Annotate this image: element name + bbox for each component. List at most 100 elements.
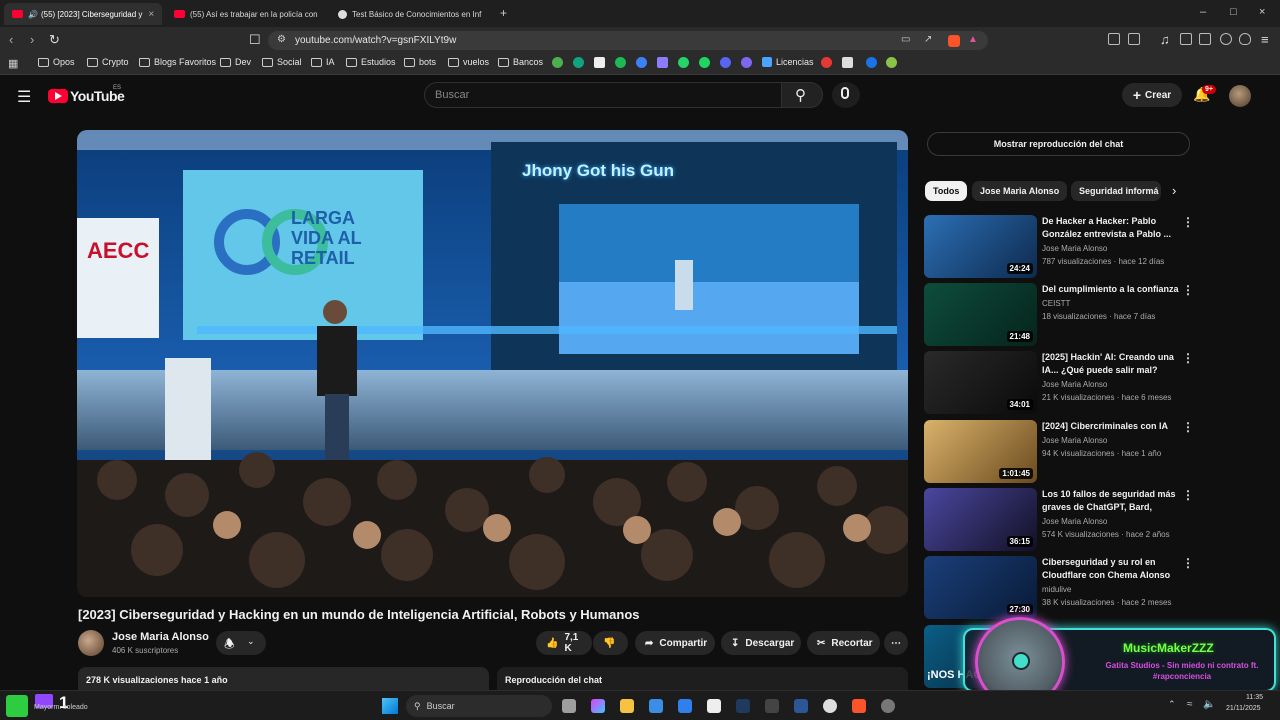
new-tab-icon[interactable]: + <box>500 6 507 20</box>
recommendation-title[interactable]: De Hacker a Hacker: Pablo González entre… <box>1042 215 1180 241</box>
vscode-icon[interactable] <box>678 699 692 713</box>
dislike-button[interactable]: 👎 <box>593 631 628 655</box>
cast-icon[interactable]: ▭ <box>901 34 910 45</box>
wifi-icon[interactable]: ≈ <box>1187 699 1193 710</box>
browser-tab[interactable]: Test Básico de Conocimientos en Inf <box>330 3 490 25</box>
maximize-icon[interactable]: □ <box>1230 6 1237 18</box>
recommendation-title[interactable]: [2024] Cibercriminales con IA <box>1042 420 1180 433</box>
bookmark-folder[interactable]: Blogs Favoritos <box>139 57 216 67</box>
clock-date[interactable]: 21/11/2025 <box>1226 705 1261 712</box>
recommendation-item[interactable]: 36:15 Los 10 fallos de seguridad más gra… <box>924 488 1194 552</box>
task-view-icon[interactable] <box>562 699 576 713</box>
more-vertical-icon[interactable]: ⋮ <box>1182 420 1194 434</box>
file-explorer-icon[interactable] <box>620 699 634 713</box>
download-button[interactable]: ↧ Descargar <box>721 631 801 655</box>
app-icon-a[interactable] <box>736 699 750 713</box>
bookmark-folder[interactable]: Social <box>262 57 302 67</box>
minimize-icon[interactable]: – <box>1200 6 1206 18</box>
store-icon[interactable] <box>649 699 663 713</box>
bookmark-icon-blue[interactable] <box>866 57 877 68</box>
close-window-icon[interactable]: × <box>1259 6 1265 18</box>
browser-tab[interactable]: (55) Así es trabajar en la policía con <box>166 3 326 25</box>
create-button[interactable]: + Crear <box>1122 83 1182 107</box>
windows-start-icon[interactable] <box>382 698 398 714</box>
bookmark-folder[interactable]: IA <box>311 57 335 67</box>
notion-icon[interactable] <box>594 57 605 68</box>
brave-taskbar-icon[interactable] <box>852 699 866 713</box>
show-chat-replay-button[interactable]: Mostrar reproducción del chat <box>927 132 1190 156</box>
chip-channel[interactable]: Jose Maria Alonso <box>972 181 1068 201</box>
video-thumbnail[interactable]: 36:15 <box>924 488 1037 551</box>
chip-all[interactable]: Todos <box>925 181 968 201</box>
voice-search-button[interactable] <box>832 82 860 108</box>
video-thumbnail[interactable]: 34:01 <box>924 351 1037 414</box>
tray-chevron-icon[interactable]: ⌃ <box>1168 699 1176 710</box>
more-vertical-icon[interactable]: ⋮ <box>1182 215 1194 229</box>
brave-shield-icon[interactable] <box>948 35 960 47</box>
obs-icon[interactable] <box>881 699 895 713</box>
bookmark-folder[interactable]: bots <box>404 57 436 67</box>
video-thumbnail[interactable]: 27:30 <box>924 556 1037 619</box>
taskbar-search[interactable]: ⚲ Buscar <box>406 695 552 717</box>
brave-rewards-icon[interactable]: ▲ <box>968 34 978 45</box>
recommendation-channel[interactable]: Jose Maria Alonso <box>1042 244 1107 253</box>
vpn-icon[interactable] <box>1220 33 1232 45</box>
recommendation-item[interactable]: 24:24 De Hacker a Hacker: Pablo González… <box>924 215 1194 279</box>
github-icon[interactable] <box>823 699 837 713</box>
calculator-icon[interactable] <box>765 699 779 713</box>
subscription-bell-button[interactable]: 🕭 ⌄ <box>216 631 266 655</box>
bookmark-folder[interactable]: Opos <box>38 57 75 67</box>
recommendation-item[interactable]: 27:30 Ciberseguridad y su rol en Cloudfl… <box>924 556 1194 620</box>
bookmark-licencias[interactable]: Licencias <box>762 57 814 67</box>
drive-icon[interactable] <box>552 57 563 68</box>
translate-icon[interactable] <box>636 57 647 68</box>
share-icon[interactable]: ↗ <box>924 34 932 45</box>
channel-avatar[interactable] <box>78 630 104 656</box>
apps-grid-icon[interactable]: ▦ <box>8 57 18 70</box>
kick-icon[interactable] <box>6 695 28 717</box>
whatsapp-icon[interactable] <box>678 57 689 68</box>
sidebar-icon[interactable] <box>1180 33 1192 45</box>
bookmark-icon[interactable]: ☐ <box>249 32 261 48</box>
recommendation-title[interactable]: Los 10 fallos de seguridad más graves de… <box>1042 488 1180 514</box>
more-vertical-icon[interactable]: ⋮ <box>1182 488 1194 502</box>
chevron-right-icon[interactable]: › <box>1172 183 1176 198</box>
recommendation-channel[interactable]: midulive <box>1042 585 1071 594</box>
screenshot-icon[interactable] <box>1128 33 1140 45</box>
back-icon[interactable]: ‹ <box>9 32 13 47</box>
url-text[interactable]: youtube.com/watch?v=gsnFXILYt9w <box>295 35 456 46</box>
youtube-logo-icon[interactable] <box>48 89 68 103</box>
bookmark-folder[interactable]: Estudios <box>346 57 396 67</box>
bookmark-icon-s[interactable] <box>842 57 853 68</box>
powershell-icon[interactable] <box>794 699 808 713</box>
recommendation-channel[interactable]: CEISTT <box>1042 299 1070 308</box>
more-vertical-icon[interactable]: ⋮ <box>1182 556 1194 570</box>
close-tab-icon[interactable]: × <box>142 9 154 20</box>
video-thumbnail[interactable]: 24:24 <box>924 215 1037 278</box>
more-actions-button[interactable]: ⋯ <box>884 631 908 655</box>
weather-text[interactable]: Mayorm. soleado <box>34 704 88 711</box>
search-button[interactable]: ⚲ <box>781 82 823 108</box>
clock-time[interactable]: 11:35 <box>1246 694 1263 701</box>
recommendation-item[interactable]: 21:48 Del cumplimiento a la confianza CE… <box>924 283 1194 347</box>
forward-icon[interactable]: › <box>30 32 34 47</box>
ai-icon[interactable] <box>657 57 668 68</box>
site-info-icon[interactable]: ⚙ <box>277 34 286 45</box>
bookmark-folder[interactable]: Bancos <box>498 57 543 67</box>
recommendation-channel[interactable]: Jose Maria Alonso <box>1042 517 1107 526</box>
volume-icon[interactable]: 🔈 <box>1203 699 1215 710</box>
share-button[interactable]: ➦ Compartir <box>635 631 715 655</box>
copilot-icon[interactable] <box>741 57 752 68</box>
video-player[interactable]: Jhony Got his Gun AECC LARGA VIDA AL RET… <box>77 130 908 597</box>
extensions-icon[interactable] <box>1108 33 1120 45</box>
bookmark-folder[interactable]: vuelos <box>448 57 489 67</box>
bookmark-folder[interactable]: Dev <box>220 57 251 67</box>
more-vertical-icon[interactable]: ⋮ <box>1182 283 1194 297</box>
discord-icon[interactable] <box>720 57 731 68</box>
chip-topic[interactable]: Seguridad informá <box>1071 181 1161 201</box>
recommendation-channel[interactable]: Jose Maria Alonso <box>1042 436 1107 445</box>
more-vertical-icon[interactable]: ⋮ <box>1182 351 1194 365</box>
recommendation-item[interactable]: 1:01:45 [2024] Cibercriminales con IA Jo… <box>924 420 1194 484</box>
wordpad-icon[interactable] <box>707 699 721 713</box>
shield-icon[interactable] <box>1239 33 1251 45</box>
